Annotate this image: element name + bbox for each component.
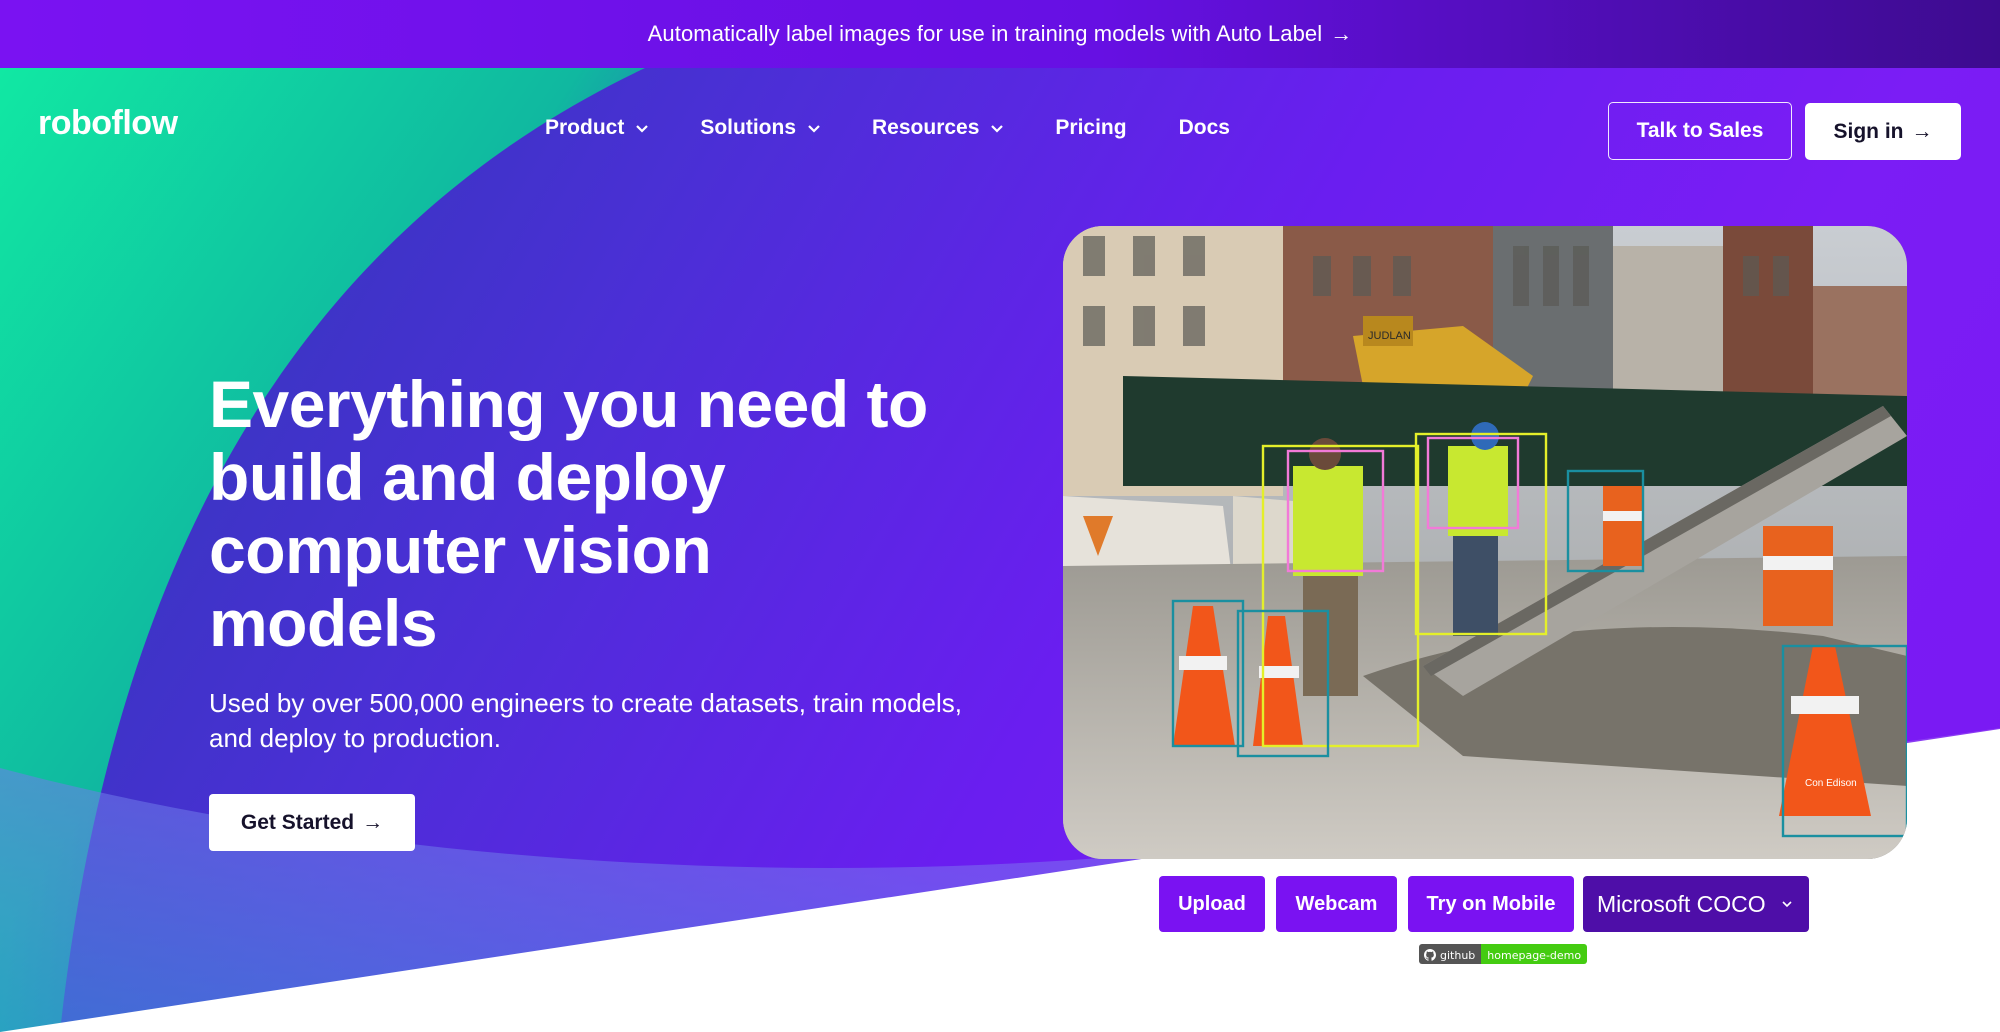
arrow-right-icon: → (1330, 21, 1353, 46)
hero-subheadline: Used by over 500,000 engineers to create… (209, 688, 962, 753)
get-started-label: Get Started (240, 810, 355, 834)
cone-brand-text: Con Edison (1805, 778, 1857, 789)
model-select[interactable]: Microsoft COCO (1583, 876, 1809, 932)
nav-docs[interactable]: Docs (1179, 116, 1230, 140)
nav-pricing[interactable]: Pricing (1055, 116, 1126, 140)
get-started-button[interactable]: Get Started → (209, 794, 415, 851)
nav-product[interactable]: Product (545, 116, 649, 140)
sign-in-button[interactable]: Sign in → (1805, 103, 1961, 160)
announcement-bar[interactable]: Automatically label images for use in tr… (0, 0, 2000, 68)
sign-in-label: Sign in (1833, 119, 1904, 143)
chevron-down-icon (636, 125, 649, 133)
nav-product-label: Product (545, 116, 625, 139)
talk-to-sales-button[interactable]: Talk to Sales (1608, 102, 1792, 160)
arrow-right-icon: → (1911, 119, 1933, 143)
nav-docs-label: Docs (1178, 116, 1230, 139)
nav-resources-label: Resources (872, 116, 980, 139)
github-icon (1424, 949, 1436, 961)
github-badge[interactable]: github homepage-demo (1419, 944, 1588, 964)
main-nav: Product Solutions Resources Pricing Docs (545, 116, 1282, 140)
arrow-right-icon: → (362, 810, 384, 834)
upload-button[interactable]: Upload (1159, 876, 1265, 932)
github-badge-left: github (1419, 944, 1482, 964)
roboflow-logo[interactable]: roboflow (38, 104, 178, 143)
nav-solutions[interactable]: Solutions (700, 116, 820, 140)
chevron-down-icon (1782, 901, 1792, 908)
hero-headline: Everything you need to build and deploy … (209, 367, 928, 660)
excavator-brand-text: JUDLAN (1368, 330, 1411, 342)
webcam-button[interactable]: Webcam (1276, 876, 1397, 932)
chevron-down-icon (991, 125, 1004, 133)
github-badge-label: github (1440, 948, 1476, 962)
chevron-down-icon (808, 125, 820, 133)
github-badge-right: homepage-demo (1481, 944, 1588, 964)
nav-solutions-label: Solutions (700, 116, 797, 139)
model-select-value: Microsoft COCO (1597, 890, 1766, 917)
nav-pricing-label: Pricing (1055, 116, 1127, 139)
nav-resources[interactable]: Resources (872, 116, 1004, 140)
announcement-text[interactable]: Automatically label images for use in tr… (648, 21, 1323, 47)
construction-scene-illustration: JUDLAN Con Edison (1063, 226, 1907, 859)
detection-demo-image: JUDLAN Con Edison (1063, 226, 1907, 859)
try-on-mobile-button[interactable]: Try on Mobile (1408, 876, 1574, 932)
